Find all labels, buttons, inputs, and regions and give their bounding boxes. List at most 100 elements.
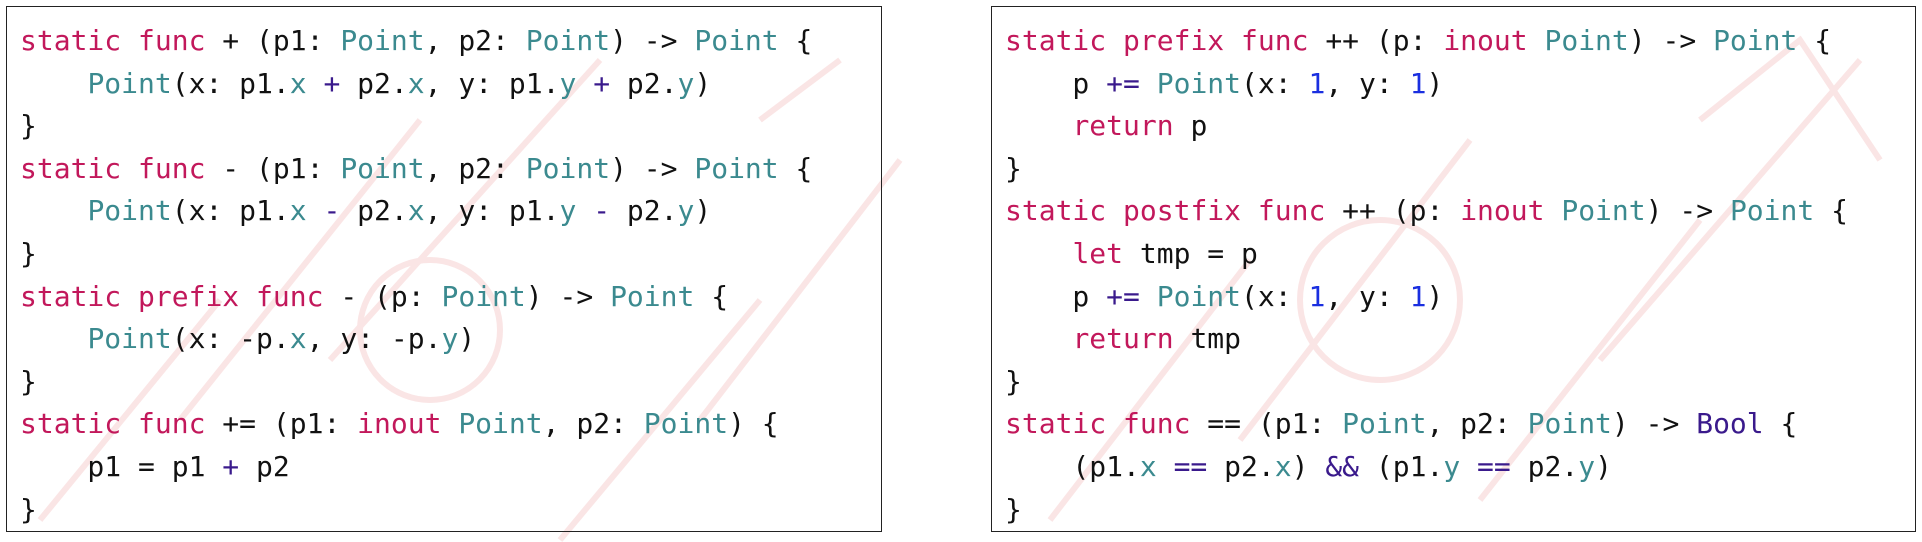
code-token-pl: { bbox=[1797, 24, 1832, 57]
code-token-kw: static bbox=[20, 24, 122, 57]
code-token-ty: x bbox=[289, 194, 307, 228]
code-token-pl: } bbox=[20, 492, 37, 526]
code-token-ty: Point bbox=[525, 151, 611, 185]
code-token-pl: ) bbox=[1291, 449, 1326, 483]
code-token-kw: static bbox=[1005, 194, 1107, 228]
code-line: static postfix func ++ (p: inout Point) … bbox=[1005, 190, 1848, 233]
code-token-kw: return bbox=[1072, 109, 1174, 143]
code-token-kw: let bbox=[1072, 236, 1124, 270]
code-line: p += Point(x: 1, y: 1) bbox=[1005, 63, 1848, 106]
code-token-op: == bbox=[1173, 449, 1208, 483]
code-token-pl: p bbox=[1173, 109, 1208, 143]
code-token-ty: Point bbox=[1527, 407, 1612, 441]
code-line: static func == (p1: Point, p2: Point) ->… bbox=[1005, 403, 1848, 446]
code-token-ty: Point bbox=[1156, 66, 1242, 100]
code-token-pl: ) -> bbox=[525, 279, 611, 313]
code-block-left: static func + (p1: Point, p2: Point) -> … bbox=[20, 20, 812, 531]
code-token-pl: (p1. bbox=[1005, 449, 1140, 483]
code-token-pl: tmp bbox=[1173, 322, 1242, 356]
code-line: return tmp bbox=[1005, 318, 1848, 361]
code-token-op: + bbox=[593, 66, 611, 100]
code-token-ty: Point bbox=[441, 279, 526, 313]
code-token-pl: p2. bbox=[610, 66, 678, 100]
code-token-pl: , p2: bbox=[1426, 407, 1528, 441]
code-token-kw: func bbox=[138, 407, 206, 441]
code-token-pl: (x: -p. bbox=[171, 322, 290, 356]
code-line: Point(x: -p.x, y: -p.y) bbox=[20, 318, 812, 361]
code-token-pl: p2. bbox=[340, 194, 408, 228]
code-token-ty: y bbox=[559, 194, 577, 228]
code-token-pl: , p2: bbox=[424, 151, 526, 185]
code-token-num: 1 bbox=[1409, 66, 1427, 100]
code-token-ty: Point bbox=[87, 66, 172, 100]
code-token-ty: Point bbox=[1544, 24, 1629, 57]
code-token-kw: func bbox=[138, 24, 206, 57]
code-token-pl: { bbox=[1814, 194, 1848, 228]
code-token-pl: ) bbox=[1426, 66, 1444, 100]
code-line: static prefix func - (p: Point) -> Point… bbox=[20, 276, 812, 319]
code-token-ty: Point bbox=[694, 151, 779, 185]
code-token-ty: x bbox=[407, 194, 425, 228]
code-token-pl: } bbox=[20, 364, 37, 398]
code-token-ty: Point bbox=[643, 407, 729, 441]
code-token-kw: inout bbox=[1443, 24, 1528, 57]
code-token-pl: , p2: bbox=[424, 24, 526, 57]
code-token-ty: Point bbox=[1342, 407, 1427, 441]
code-token-kw: inout bbox=[357, 407, 442, 441]
code-token-pl: ) -> bbox=[1611, 407, 1697, 441]
code-line: p1 = p1 + p2 bbox=[20, 446, 812, 489]
code-token-pl: { bbox=[778, 24, 813, 57]
code-token-pl: += (p1: bbox=[205, 407, 358, 441]
code-token-pl: ) -> bbox=[610, 151, 695, 185]
code-token-ty: Point bbox=[694, 24, 779, 57]
code-token-kw: return bbox=[1072, 322, 1174, 356]
code-token-pl: ) bbox=[1426, 279, 1444, 313]
code-token-pl: p2 bbox=[239, 449, 290, 483]
code-token-pl: ) -> bbox=[1628, 24, 1714, 57]
code-token-kw: static bbox=[20, 151, 122, 185]
code-token-pl: ++ (p: bbox=[1325, 194, 1461, 228]
code-token-kw: func bbox=[138, 151, 206, 185]
code-token-pl: , y: p1. bbox=[424, 194, 560, 228]
code-token-ty: Point bbox=[340, 24, 425, 57]
code-token-pl: p bbox=[1005, 66, 1107, 100]
code-token-ty: x bbox=[1139, 449, 1157, 483]
code-token-pl: (x: bbox=[1241, 66, 1309, 100]
code-token-pl: p2. bbox=[1510, 449, 1579, 483]
code-token-ty: Point bbox=[1729, 194, 1815, 228]
code-line: } bbox=[20, 105, 812, 148]
code-line: static func + (p1: Point, p2: Point) -> … bbox=[20, 20, 812, 63]
code-token-ty: Point bbox=[525, 24, 611, 57]
code-token-pl: ) bbox=[1595, 449, 1612, 483]
code-token-op: && bbox=[1325, 449, 1360, 483]
code-line: static prefix func ++ (p: inout Point) -… bbox=[1005, 20, 1848, 63]
code-token-op: == bbox=[1477, 449, 1511, 483]
code-token-kw: prefix bbox=[1123, 24, 1225, 57]
code-token-pl: ) { bbox=[728, 407, 779, 441]
code-line: } bbox=[20, 489, 812, 532]
code-line: Point(x: p1.x + p2.x, y: p1.y + p2.y) bbox=[20, 63, 812, 106]
code-token-kw: inout bbox=[1460, 194, 1545, 228]
code-line: } bbox=[20, 233, 812, 276]
code-token-ty: y bbox=[441, 322, 459, 356]
code-token-ty: x bbox=[289, 322, 307, 356]
code-token-pl: ) bbox=[694, 66, 712, 100]
code-token-pl: , p2: bbox=[542, 407, 644, 441]
code-token-pl: , y: bbox=[1325, 279, 1410, 313]
code-token-ty: x bbox=[289, 66, 307, 100]
code-line: } bbox=[1005, 361, 1848, 404]
